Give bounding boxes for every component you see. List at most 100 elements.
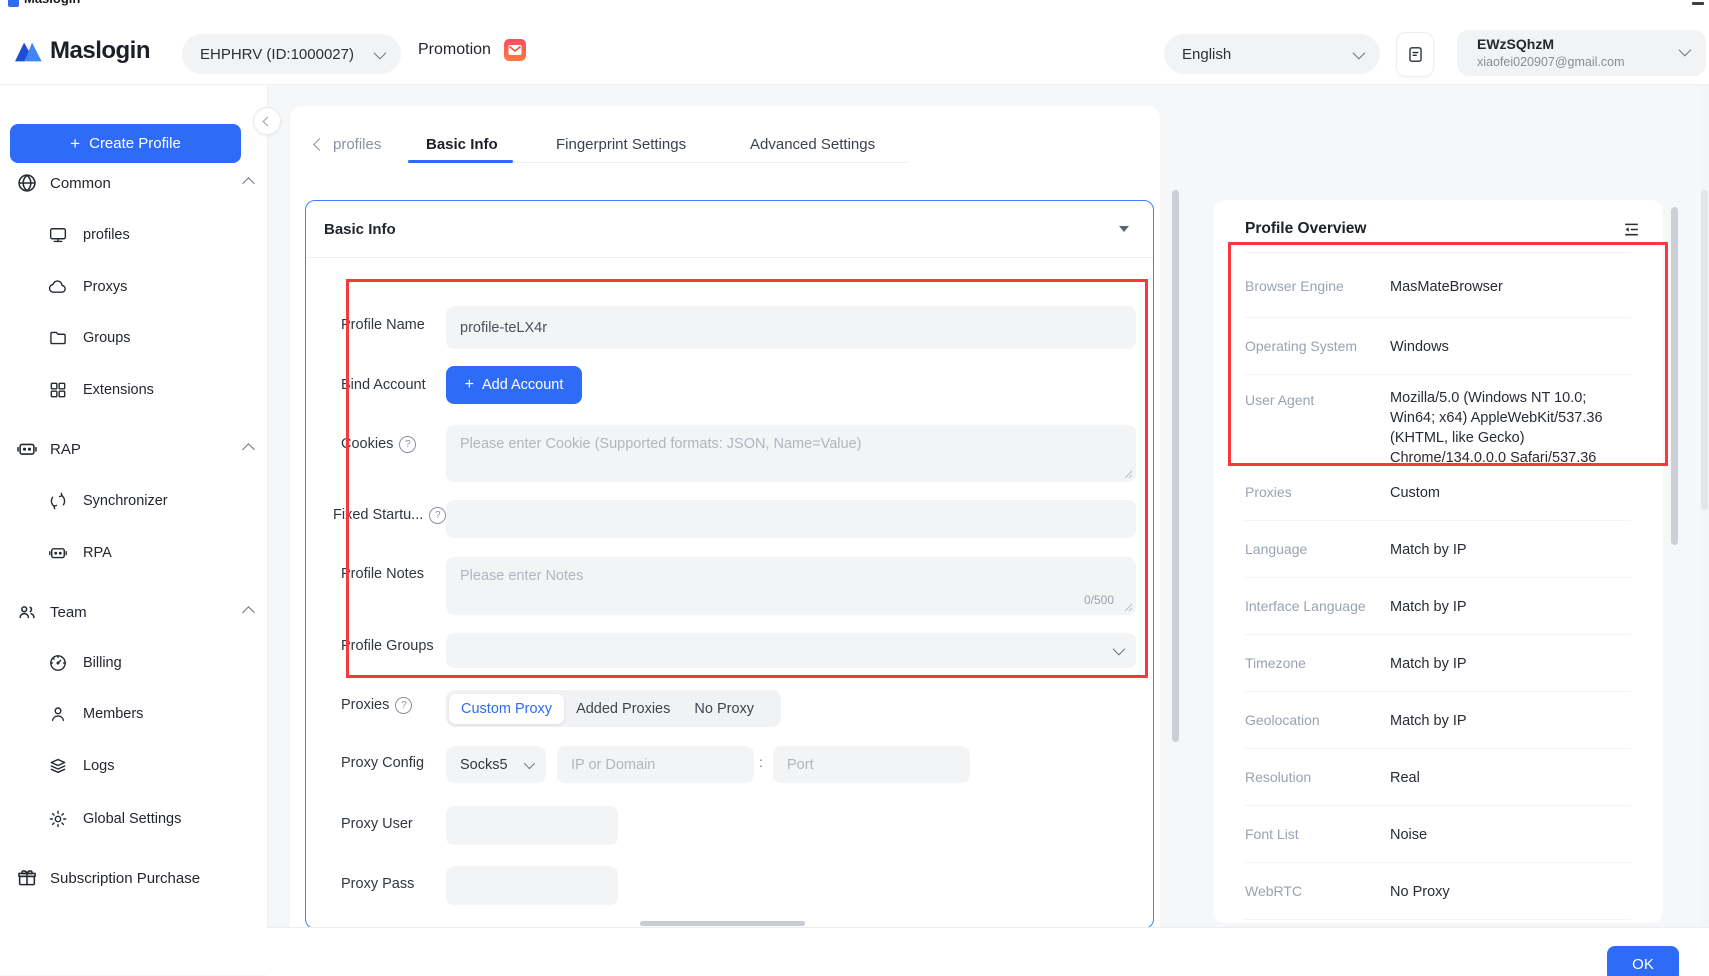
page-scrollbar-thumb[interactable]: [1701, 190, 1708, 510]
tab-basic-info[interactable]: Basic Info: [426, 136, 498, 153]
cookies-textarea[interactable]: [446, 425, 1136, 482]
workspace-dropdown[interactable]: EHPHRV (ID:1000027): [182, 34, 401, 74]
breadcrumb-label: profiles: [333, 136, 381, 153]
sidebar-section-label: Common: [50, 175, 111, 192]
main-scrollbar-thumb[interactable]: [1172, 190, 1179, 742]
sidebar-item-groups[interactable]: Groups: [48, 324, 131, 352]
overview-row-value: Match by IP: [1390, 597, 1630, 617]
tab-fingerprint-settings[interactable]: Fingerprint Settings: [556, 136, 686, 153]
horizontal-scrollbar-thumb[interactable]: [640, 921, 805, 926]
page-scrollbar-track[interactable]: [1700, 84, 1709, 975]
overview-row-label: Operating System: [1245, 338, 1357, 354]
sidebar-item-synchronizer[interactable]: Synchronizer: [48, 487, 168, 515]
sidebar-item-profiles[interactable]: profiles: [48, 221, 130, 249]
profile-name-input[interactable]: [446, 306, 1136, 349]
sidebar-collapse-button[interactable]: [253, 107, 281, 135]
sidebar-item-subscription-purchase[interactable]: Subscription Purchase: [16, 864, 251, 892]
plus-icon: +: [70, 134, 80, 154]
resize-grip-icon[interactable]: [1124, 603, 1133, 612]
minimize-icon[interactable]: [1692, 2, 1704, 5]
sidebar-item-logs[interactable]: Logs: [48, 752, 114, 780]
collapse-caret-icon[interactable]: [1119, 226, 1129, 232]
promotion-link[interactable]: Promotion: [418, 39, 526, 61]
sidebar-item-rpa[interactable]: RPA: [48, 539, 112, 567]
chevron-left-icon: [313, 138, 326, 151]
profile-groups-select[interactable]: [446, 633, 1136, 668]
help-icon[interactable]: ?: [399, 436, 416, 453]
basic-info-panel: Basic Info Profile Name Bind Account + A…: [305, 200, 1154, 929]
proxy-user-input[interactable]: [446, 806, 618, 845]
sidebar-item-label: Groups: [83, 330, 131, 346]
help-icon[interactable]: ?: [395, 697, 412, 714]
proxy-ip-input[interactable]: [557, 746, 754, 783]
gear-icon: [48, 809, 68, 829]
ip-port-separator: :: [759, 754, 763, 770]
folder-icon: [48, 328, 68, 348]
sidebar-section-label: RAP: [50, 441, 81, 458]
overview-scrollbar-thumb[interactable]: [1671, 207, 1678, 545]
sidebar-item-label: Synchronizer: [83, 493, 168, 509]
profile-notes-textarea[interactable]: [446, 557, 1136, 615]
app-favicon: [8, 0, 19, 7]
overview-row-label: Font List: [1245, 826, 1299, 842]
sidebar-item-label: Subscription Purchase: [50, 870, 200, 887]
proxy-protocol-select[interactable]: Socks5: [446, 746, 546, 783]
proxies-label: Proxies ?: [341, 695, 412, 715]
robot-icon: [48, 543, 68, 563]
overview-row-value: MasMateBrowser: [1390, 277, 1630, 297]
chevron-down-icon: [1353, 46, 1366, 59]
chevron-up-icon: [242, 177, 255, 190]
fixed-startup-input[interactable]: [446, 500, 1136, 538]
overview-row: Timezone Match by IP: [1245, 634, 1631, 692]
breadcrumb-back[interactable]: profiles: [315, 136, 381, 153]
overview-row: Resolution Real: [1245, 748, 1631, 806]
overview-row-value: Real: [1390, 768, 1630, 788]
help-icon[interactable]: ?: [429, 507, 446, 524]
gift-icon: [16, 867, 38, 889]
profile-name-label: Profile Name: [341, 315, 425, 335]
window-titlebar: Maslogin: [0, 0, 1709, 8]
proxy-option-custom[interactable]: Custom Proxy: [449, 694, 564, 724]
add-account-button[interactable]: + Add Account: [446, 366, 582, 404]
overview-row-value: No Proxy: [1390, 882, 1630, 902]
panel-header-divider: [306, 257, 1153, 258]
layers-icon: [48, 756, 68, 776]
account-menu[interactable]: EWzSQhzM xiaofei020907@gmail.com: [1457, 30, 1706, 76]
create-profile-button[interactable]: + Create Profile: [10, 124, 241, 163]
resize-grip-icon[interactable]: [1124, 470, 1133, 479]
overview-row-value: Noise: [1390, 825, 1630, 845]
account-email: xiaofei020907@gmail.com: [1477, 55, 1625, 69]
sidebar-item-label: Extensions: [83, 382, 154, 398]
chevron-left-icon: [262, 116, 272, 126]
overview-row-value: Match by IP: [1390, 654, 1630, 674]
overview-row-label: Geolocation: [1245, 712, 1320, 728]
collapse-list-icon[interactable]: [1622, 220, 1641, 239]
sidebar-section-common[interactable]: Common: [16, 169, 251, 197]
language-dropdown[interactable]: English: [1164, 34, 1380, 74]
tab-advanced-settings[interactable]: Advanced Settings: [750, 136, 875, 153]
profile-notes-label: Profile Notes: [341, 564, 424, 584]
profile-groups-label: Profile Groups: [341, 636, 434, 656]
sidebar-item-label: Members: [83, 706, 143, 722]
ok-button[interactable]: OK: [1607, 946, 1679, 976]
sidebar-section-team[interactable]: Team: [16, 598, 251, 626]
sidebar-item-proxys[interactable]: Proxys: [48, 273, 127, 301]
proxy-option-added[interactable]: Added Proxies: [564, 694, 682, 724]
sidebar-item-label: profiles: [83, 227, 130, 243]
fixed-startup-label: Fixed Startu... ?: [333, 505, 446, 525]
sidebar-item-extensions[interactable]: Extensions: [48, 376, 154, 404]
brand-name: Maslogin: [50, 37, 150, 65]
document-icon: [1406, 45, 1425, 64]
proxy-pass-input[interactable]: [446, 866, 618, 905]
sidebar-item-global-settings[interactable]: Global Settings: [48, 805, 181, 833]
proxy-config-label: Proxy Config: [341, 753, 424, 773]
sidebar-item-billing[interactable]: Billing: [48, 649, 122, 677]
team-icon: [16, 601, 38, 623]
sidebar-item-members[interactable]: Members: [48, 700, 143, 728]
brand-logo-icon: [13, 34, 45, 66]
proxy-option-none[interactable]: No Proxy: [682, 694, 766, 724]
main-content-card: profiles Basic Info Fingerprint Settings…: [290, 106, 1160, 927]
proxy-port-input[interactable]: [773, 746, 970, 783]
sidebar-section-rap[interactable]: RAP: [16, 435, 251, 463]
docs-button[interactable]: [1396, 32, 1434, 77]
